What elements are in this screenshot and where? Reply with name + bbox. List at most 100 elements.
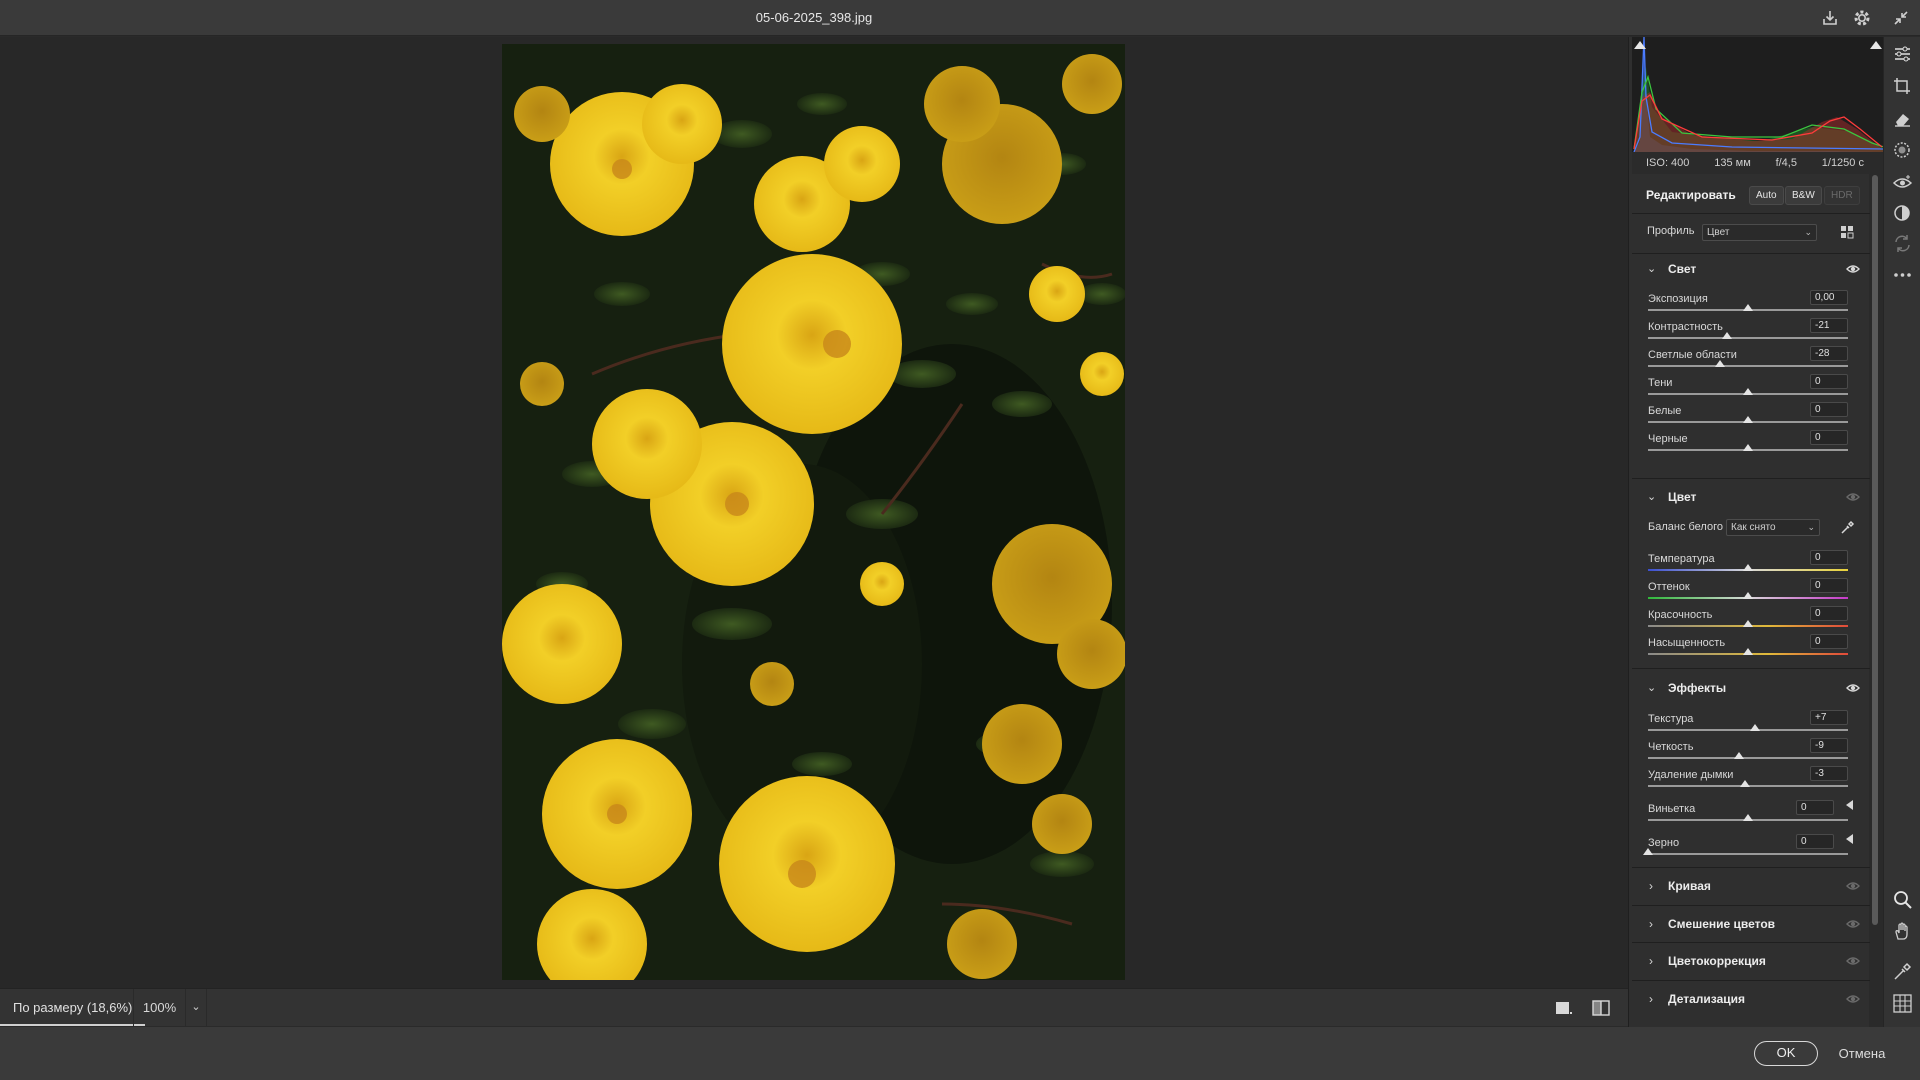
expand-triangle-icon[interactable] bbox=[1846, 800, 1853, 810]
slider-value-input[interactable]: 0 bbox=[1810, 550, 1848, 565]
slider-value-input[interactable]: 0 bbox=[1810, 634, 1848, 649]
slider-thumb[interactable] bbox=[1743, 444, 1753, 451]
hdr-button[interactable]: HDR bbox=[1824, 186, 1860, 205]
panel-scrollbar[interactable] bbox=[1872, 175, 1878, 925]
slider-track[interactable] bbox=[1648, 757, 1848, 759]
edit-sliders-icon[interactable] bbox=[1892, 44, 1913, 65]
slider-thumb[interactable] bbox=[1743, 648, 1753, 655]
sync-icon[interactable] bbox=[1892, 233, 1913, 254]
eyedropper-icon[interactable] bbox=[1839, 520, 1855, 536]
slider-label: Виньетка bbox=[1648, 803, 1696, 815]
light-slider-2[interactable]: Светлые области -28 bbox=[1632, 346, 1870, 377]
light-slider-0[interactable]: Экспозиция 0,00 bbox=[1632, 290, 1870, 321]
visibility-eye-icon[interactable] bbox=[1846, 993, 1860, 1005]
single-view-icon[interactable] bbox=[1553, 998, 1575, 1018]
section-header-2[interactable]: › Цветокоррекция bbox=[1632, 942, 1870, 978]
color-section-header[interactable]: ⌄ Цвет bbox=[1632, 482, 1870, 512]
grid-overlay-icon[interactable] bbox=[1892, 993, 1913, 1014]
effects-slider-4[interactable]: Зерно 0 bbox=[1632, 834, 1870, 865]
light-slider-1[interactable]: Контрастность -21 bbox=[1632, 318, 1870, 349]
slider-thumb[interactable] bbox=[1734, 752, 1744, 759]
slider-thumb[interactable] bbox=[1722, 332, 1732, 339]
slider-value-input[interactable]: -28 bbox=[1810, 346, 1848, 361]
effects-slider-3[interactable]: Виньетка 0 bbox=[1632, 800, 1870, 831]
cancel-button[interactable]: Отмена bbox=[1836, 1041, 1888, 1066]
more-options-icon[interactable] bbox=[1892, 265, 1913, 286]
slider-value-input[interactable]: 0 bbox=[1796, 800, 1834, 815]
ok-button[interactable]: OK bbox=[1754, 1041, 1818, 1066]
light-slider-3[interactable]: Тени 0 bbox=[1632, 374, 1870, 405]
slider-track[interactable] bbox=[1648, 337, 1848, 339]
color-visibility-eye-icon[interactable] bbox=[1846, 491, 1860, 503]
slider-value-input[interactable]: -21 bbox=[1810, 318, 1848, 333]
slider-thumb[interactable] bbox=[1743, 304, 1753, 311]
color-slider-3[interactable]: Насыщенность 0 bbox=[1632, 634, 1870, 665]
profile-label: Профиль bbox=[1647, 225, 1695, 237]
white-balance-select[interactable]: Как снято ⌄ bbox=[1726, 519, 1820, 536]
slider-thumb[interactable] bbox=[1743, 814, 1753, 821]
zoom-fit-button[interactable]: По размеру (18,6%) bbox=[0, 989, 146, 1026]
slider-value-input[interactable]: 0 bbox=[1810, 402, 1848, 417]
slider-thumb[interactable] bbox=[1715, 360, 1725, 367]
slider-value-input[interactable]: +7 bbox=[1810, 710, 1848, 725]
crop-icon[interactable] bbox=[1892, 76, 1913, 97]
color-sampler-icon[interactable] bbox=[1892, 961, 1913, 982]
auto-button[interactable]: Auto bbox=[1749, 186, 1784, 205]
slider-value-input[interactable]: -9 bbox=[1810, 738, 1848, 753]
visibility-eye-icon[interactable] bbox=[1846, 955, 1860, 967]
light-slider-5[interactable]: Черные 0 bbox=[1632, 430, 1870, 461]
image-canvas[interactable] bbox=[0, 37, 1628, 988]
color-slider-1[interactable]: Оттенок 0 bbox=[1632, 578, 1870, 609]
light-slider-4[interactable]: Белые 0 bbox=[1632, 402, 1870, 433]
slider-value-input[interactable]: 0 bbox=[1810, 578, 1848, 593]
slider-value-input[interactable]: 0 bbox=[1810, 430, 1848, 445]
slider-value-input[interactable]: 0,00 bbox=[1810, 290, 1848, 305]
slider-track[interactable] bbox=[1648, 365, 1848, 367]
slider-thumb[interactable] bbox=[1743, 388, 1753, 395]
color-slider-0[interactable]: Температура 0 bbox=[1632, 550, 1870, 581]
zoom-100-button[interactable]: 100% bbox=[133, 989, 185, 1026]
collapse-window-icon[interactable] bbox=[1891, 8, 1911, 28]
before-after-view-icon[interactable] bbox=[1590, 998, 1612, 1018]
slider-value-input[interactable]: 0 bbox=[1796, 834, 1834, 849]
red-eye-icon[interactable] bbox=[1892, 172, 1913, 193]
presets-icon[interactable] bbox=[1892, 202, 1913, 223]
bw-button[interactable]: B&W bbox=[1785, 186, 1822, 205]
settings-gear-icon[interactable] bbox=[1852, 8, 1872, 28]
slider-thumb[interactable] bbox=[1643, 848, 1653, 855]
slider-value-input[interactable]: -3 bbox=[1810, 766, 1848, 781]
effects-slider-2[interactable]: Удаление дымки -3 bbox=[1632, 766, 1870, 797]
light-visibility-eye-icon[interactable] bbox=[1846, 263, 1860, 275]
section-header-1[interactable]: › Смешение цветов bbox=[1632, 904, 1870, 941]
slider-thumb[interactable] bbox=[1743, 620, 1753, 627]
slider-value-input[interactable]: 0 bbox=[1810, 374, 1848, 389]
slider-thumb[interactable] bbox=[1743, 416, 1753, 423]
effects-slider-0[interactable]: Текстура +7 bbox=[1632, 710, 1870, 741]
slider-thumb[interactable] bbox=[1740, 780, 1750, 787]
effects-visibility-eye-icon[interactable] bbox=[1846, 682, 1860, 694]
section-header-3[interactable]: › Детализация bbox=[1632, 979, 1870, 1016]
masking-icon[interactable] bbox=[1892, 140, 1913, 161]
slider-thumb[interactable] bbox=[1750, 724, 1760, 731]
section-header-0[interactable]: › Кривая bbox=[1632, 867, 1870, 903]
profile-select[interactable]: Цвет ⌄ bbox=[1702, 224, 1817, 241]
effects-section-header[interactable]: ⌄ Эффекты bbox=[1632, 673, 1870, 703]
zoom-tool-icon[interactable] bbox=[1892, 889, 1913, 910]
slider-track[interactable] bbox=[1648, 729, 1848, 731]
light-section-header[interactable]: ⌄ Свет bbox=[1632, 254, 1870, 284]
save-icon[interactable] bbox=[1820, 8, 1840, 28]
profile-browser-icon[interactable] bbox=[1840, 225, 1855, 240]
slider-thumb[interactable] bbox=[1743, 564, 1753, 571]
slider-track[interactable] bbox=[1648, 853, 1848, 855]
hand-tool-icon[interactable] bbox=[1892, 921, 1913, 942]
effects-slider-1[interactable]: Четкость -9 bbox=[1632, 738, 1870, 769]
slider-thumb[interactable] bbox=[1743, 592, 1753, 599]
visibility-eye-icon[interactable] bbox=[1846, 880, 1860, 892]
color-slider-2[interactable]: Красочность 0 bbox=[1632, 606, 1870, 637]
zoom-dropdown-chevron-icon[interactable]: ⌄ bbox=[185, 989, 207, 1026]
visibility-eye-icon[interactable] bbox=[1846, 918, 1860, 930]
expand-triangle-icon[interactable] bbox=[1846, 834, 1853, 844]
slider-value-input[interactable]: 0 bbox=[1810, 606, 1848, 621]
photo-preview[interactable] bbox=[502, 44, 1125, 980]
eraser-heal-icon[interactable] bbox=[1892, 108, 1913, 129]
